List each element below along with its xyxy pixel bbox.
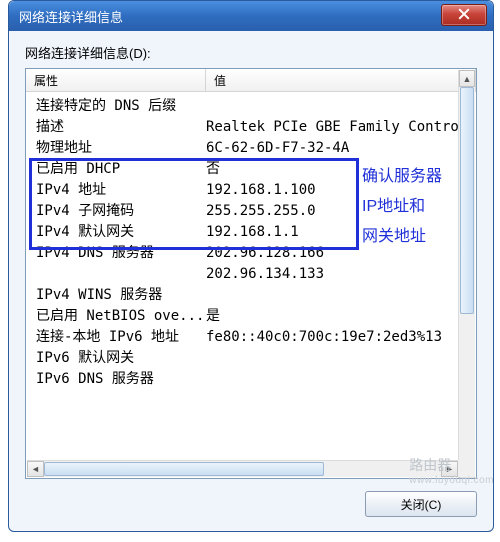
row-property: IPv6 默认网关 [26, 348, 206, 369]
list-row[interactable]: IPv4 DNS 服务器202.96.128.166 [26, 243, 476, 264]
row-value: 192.168.1.100 [206, 180, 476, 201]
detail-listbox[interactable]: 属性 值 确认服务器 IP地址和 网关地址 连接特定的 DNS 后缀描述Real… [25, 68, 477, 479]
list-row[interactable]: 物理地址6C-62-6D-F7-32-4A [26, 138, 476, 159]
rows-container: 确认服务器 IP地址和 网关地址 连接特定的 DNS 后缀描述Realtek P… [26, 92, 476, 478]
column-header-row: 属性 值 [26, 69, 476, 92]
row-property: IPv6 DNS 服务器 [26, 369, 206, 390]
row-value [206, 348, 476, 369]
titlebar[interactable]: 网络连接详细信息 [9, 1, 493, 31]
row-value: 是 [206, 306, 476, 327]
scroll-right-arrow-icon[interactable]: ► [441, 461, 458, 477]
row-value [206, 96, 476, 117]
row-value: 否 [206, 159, 476, 180]
scroll-up-arrow-icon[interactable]: ▲ [459, 70, 475, 87]
dialog-window: 网络连接详细信息 网络连接详细信息(D): 属性 值 确认服务器 IP地址和 网… [8, 0, 494, 532]
row-property: IPv4 默认网关 [26, 222, 206, 243]
row-value: 255.255.255.0 [206, 201, 476, 222]
close-icon [458, 8, 470, 23]
list-row[interactable]: IPv4 默认网关192.168.1.1 [26, 222, 476, 243]
row-property: 已启用 DHCP [26, 159, 206, 180]
row-property [26, 264, 206, 285]
list-row[interactable]: IPv4 地址192.168.1.100 [26, 180, 476, 201]
list-row[interactable]: 已启用 NetBIOS ove...是 [26, 306, 476, 327]
dialog-content: 网络连接详细信息(D): 属性 值 确认服务器 IP地址和 网关地址 连接特定的… [9, 31, 493, 531]
row-value: 192.168.1.1 [206, 222, 476, 243]
row-value [206, 285, 476, 306]
close-dialog-button-label: 关闭(C) [401, 496, 442, 513]
list-row[interactable]: 连接-本地 IPv6 地址fe80::40c0:700c:19e7:2ed3%1… [26, 327, 476, 348]
list-row[interactable]: IPv4 子网掩码255.255.255.0 [26, 201, 476, 222]
row-property: IPv4 子网掩码 [26, 201, 206, 222]
row-property: 描述 [26, 117, 206, 138]
titlebar-title: 网络连接详细信息 [19, 7, 123, 26]
list-row[interactable]: IPv6 DNS 服务器 [26, 369, 476, 390]
dialog-button-row: 关闭(C) [25, 491, 477, 517]
column-header-value[interactable]: 值 [206, 69, 476, 91]
vscroll-track[interactable] [459, 87, 475, 462]
row-property: 连接特定的 DNS 后缀 [26, 96, 206, 117]
list-row[interactable]: IPv6 默认网关 [26, 348, 476, 369]
scroll-left-arrow-icon[interactable]: ◄ [27, 461, 44, 477]
column-header-property[interactable]: 属性 [26, 69, 206, 91]
row-value: fe80::40c0:700c:19e7:2ed3%13 [206, 327, 476, 348]
list-row[interactable]: 连接特定的 DNS 后缀 [26, 96, 476, 117]
row-property: 物理地址 [26, 138, 206, 159]
list-row[interactable]: 已启用 DHCP否 [26, 159, 476, 180]
row-property: IPv4 WINS 服务器 [26, 285, 206, 306]
hscroll-thumb[interactable] [44, 462, 324, 476]
row-value: 6C-62-6D-F7-32-4A [206, 138, 476, 159]
row-property: IPv4 DNS 服务器 [26, 243, 206, 264]
list-row[interactable]: IPv4 WINS 服务器 [26, 285, 476, 306]
scrollbar-corner [458, 460, 475, 477]
hscroll-track[interactable] [44, 461, 441, 477]
row-value: 202.96.128.166 [206, 243, 476, 264]
close-dialog-button[interactable]: 关闭(C) [365, 491, 477, 517]
list-row[interactable]: 202.96.134.133 [26, 264, 476, 285]
vertical-scrollbar[interactable]: ▲ ▼ [458, 70, 475, 479]
close-button[interactable] [441, 4, 487, 26]
row-value: 202.96.134.133 [206, 264, 476, 285]
row-value: Realtek PCIe GBE Family Contro [206, 117, 476, 138]
row-property: 已启用 NetBIOS ove... [26, 306, 206, 327]
row-property: IPv4 地址 [26, 180, 206, 201]
row-value [206, 369, 476, 390]
detail-label: 网络连接详细信息(D): [25, 43, 477, 62]
horizontal-scrollbar[interactable]: ◄ ► [27, 460, 458, 477]
detail-list-area: 属性 值 确认服务器 IP地址和 网关地址 连接特定的 DNS 后缀描述Real… [25, 68, 477, 479]
list-row[interactable]: 描述Realtek PCIe GBE Family Contro [26, 117, 476, 138]
row-property: 连接-本地 IPv6 地址 [26, 327, 206, 348]
vscroll-thumb[interactable] [460, 87, 474, 314]
